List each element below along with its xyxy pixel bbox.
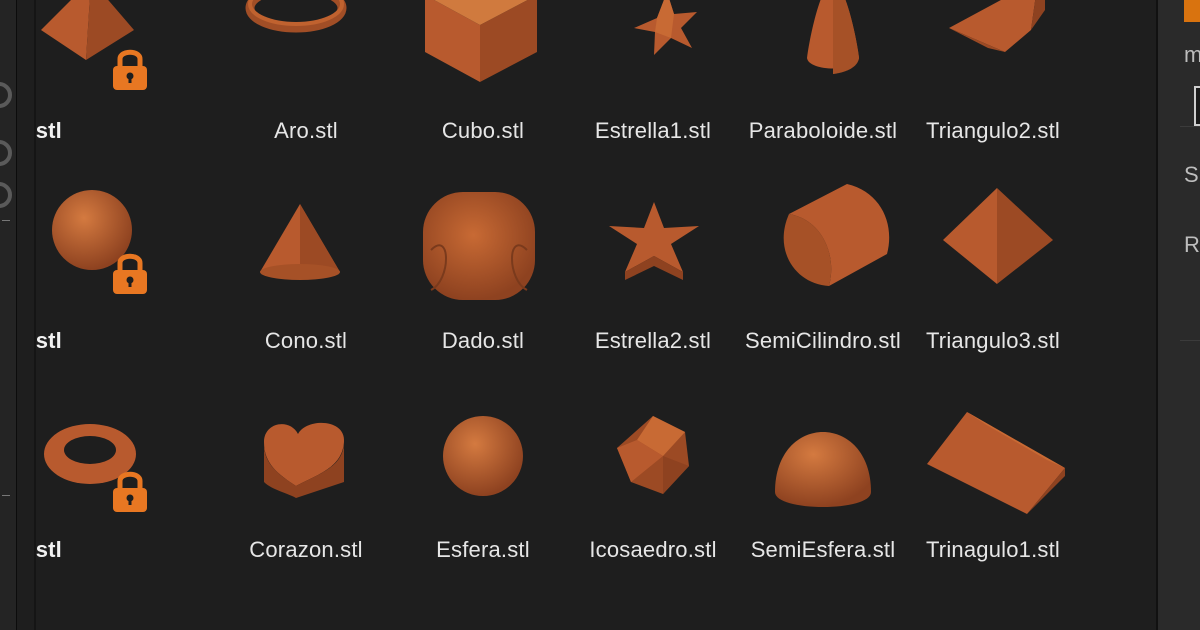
hemisphere-shape-thumbnail	[775, 432, 871, 507]
file-grid: yramid.stl Aro.stl Cubo.stl Estrella1.st…	[36, 0, 1156, 630]
file-name-label: Trinagulo1.stl	[925, 537, 1061, 562]
icosahedron-shape-thumbnail	[617, 416, 689, 494]
file-tile[interactable]: Corazon.stl	[216, 0, 396, 630]
file-tile[interactable]: SemiEsfera.stl	[733, 0, 913, 630]
object-preview-icon	[0, 82, 12, 108]
ruler-tick	[2, 495, 10, 496]
file-tile[interactable]: Trinagulo1.stl	[903, 0, 1083, 630]
panel-label-m: m	[1184, 42, 1200, 67]
separator	[1180, 126, 1200, 127]
panel-label-r: R	[1184, 232, 1200, 257]
file-name-label: Esfera.stl	[436, 537, 530, 562]
left-toolbar-strip	[0, 0, 17, 630]
torus-shape-thumbnail	[44, 424, 136, 484]
file-name-label: Icosaedro.stl	[589, 537, 717, 562]
file-name-label: Corazon.stl	[249, 537, 363, 562]
lock-icon	[113, 471, 147, 512]
prism-shape-thumbnail	[927, 412, 1065, 514]
file-name-label: torus.stl	[36, 537, 62, 562]
file-name-label: SemiEsfera.stl	[750, 537, 896, 562]
object-preview-icon	[0, 140, 12, 166]
object-preview-icon	[0, 182, 12, 208]
panel-label-s: S	[1184, 162, 1199, 187]
right-side-panel: m S R	[1156, 0, 1200, 630]
file-tile[interactable]: torus.stl	[36, 0, 147, 630]
heart-shape-thumbnail	[264, 422, 345, 498]
ruler-tick	[2, 220, 10, 221]
file-tile[interactable]: Esfera.stl	[393, 0, 573, 630]
active-tab-indicator[interactable]	[1184, 0, 1200, 22]
separator	[1180, 340, 1200, 341]
file-tile[interactable]: Icosaedro.stl	[563, 0, 743, 630]
color-swatch-field[interactable]	[1194, 86, 1200, 126]
sphere-small-shape-thumbnail	[443, 416, 523, 496]
